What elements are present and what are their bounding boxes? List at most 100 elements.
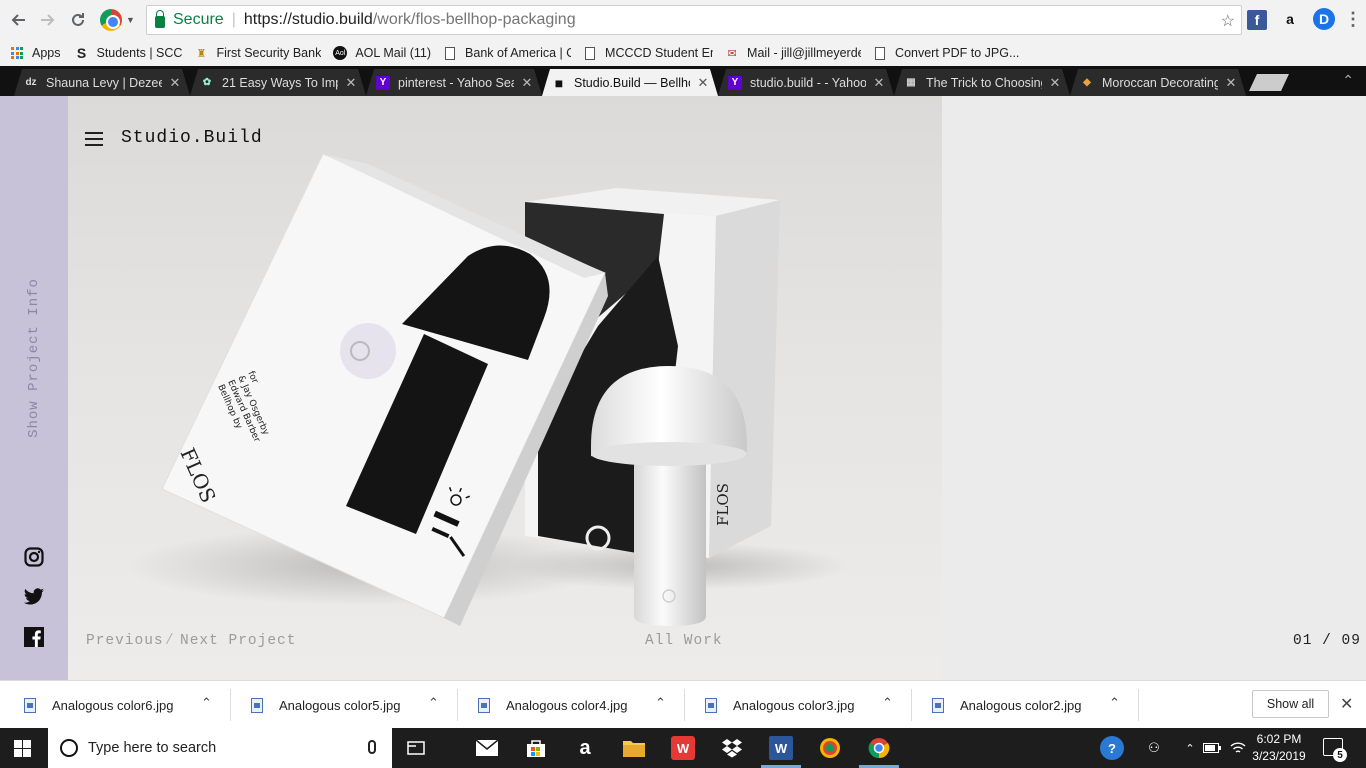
download-item[interactable]: Analogous color4.jpg [478,691,627,719]
menu-hamburger-icon[interactable] [85,132,103,146]
project-hero-image: FLOS Bellhop by Edward Barber & Jay Osge… [68,96,942,680]
tab-moroccan-decorating[interactable]: ◆ Moroccan Decorating ✕ [1070,69,1246,96]
system-clock[interactable]: 6:02 PM 3/23/2019 [1244,731,1314,765]
instagram-icon[interactable] [22,546,46,568]
microphone-icon[interactable] [368,740,376,754]
word-icon[interactable]: W [769,736,793,760]
store-icon[interactable] [524,736,548,760]
counter-current: 01 [1293,633,1313,649]
reload-icon[interactable] [66,8,90,32]
bookmark-aol-mail[interactable]: Aol AOL Mail (11) [333,46,431,60]
chrome-taskbar-icon[interactable] [867,736,891,760]
download-item[interactable]: Analogous color5.jpg [251,691,400,719]
aol-icon: Aol [333,46,348,60]
download-divider [457,689,458,721]
tab-title: 21 Easy Ways To Impr [222,75,338,90]
cortana-icon [60,739,78,757]
address-bar[interactable]: Secure | https://studio.build/work/flos-… [146,5,1242,35]
notification-count-badge: 5 [1333,748,1347,762]
facebook-icon[interactable] [22,626,46,648]
mail-icon[interactable] [475,736,499,760]
chevron-up-icon[interactable]: ⌃ [1342,72,1354,89]
amazon-app-icon[interactable]: a [573,736,597,760]
site-title[interactable]: Studio.Build [121,128,263,148]
taskbar-search-input[interactable]: Type here to search [48,728,392,768]
tab-close-icon[interactable]: ✕ [344,75,358,91]
taskbar: Type here to search a W W ? ⚇ ⌃ 6:02 PM … [0,728,1366,768]
new-tab-button[interactable] [1249,74,1289,91]
chevron-up-icon[interactable]: ⌃ [201,695,212,711]
bookmark-star-icon[interactable]: ☆ [1221,11,1235,31]
bookmark-mcccd-student-email[interactable]: MCCCD Student Email [583,46,713,60]
extension-d-icon[interactable]: D [1313,8,1335,30]
show-hidden-icons-chevron[interactable]: ⌃ [1178,736,1202,760]
all-work-link[interactable]: All Work [645,633,723,649]
bookmark-apps[interactable]: Apps [10,46,61,60]
previous-project-link[interactable]: Previous [86,633,164,649]
tab-close-icon[interactable]: ✕ [696,75,710,91]
task-view-icon[interactable] [404,736,428,760]
bookmark-students-scc[interactable]: S Students | SCC [75,46,183,60]
clock-date: 3/23/2019 [1252,749,1306,763]
studio-build-icon: ■ [554,74,564,91]
secure-label: Secure [173,11,224,28]
page-icon [873,46,887,60]
download-item[interactable]: Analogous color6.jpg [24,691,173,719]
profile-menu-button[interactable]: ▼ [100,9,135,31]
wps-office-icon[interactable]: W [671,736,695,760]
download-item[interactable]: Analogous color3.jpg [705,691,854,719]
amazon-extension-icon[interactable]: a [1279,8,1301,30]
tab-dezeen[interactable]: dz Shauna Levy | Dezeen ✕ [14,69,190,96]
url-host: https://studio.build [243,11,373,28]
tab-studio-build-yahoo[interactable]: Y studio.build - - Yahoo ✕ [718,69,894,96]
people-icon[interactable]: ⚇ [1142,736,1166,760]
bookmark-first-security-bank[interactable]: ♜ First Security Bank [194,46,322,60]
tab-close-icon[interactable]: ✕ [1048,75,1062,91]
tab-close-icon[interactable]: ✕ [520,75,534,91]
chevron-up-icon[interactable]: ⌃ [882,695,893,711]
back-arrow-icon[interactable] [6,8,30,32]
download-item[interactable]: Analogous color2.jpg [932,691,1081,719]
bookmark-label: Apps [32,46,61,60]
twitter-icon[interactable] [22,586,46,608]
moroccan-icon: ◆ [1083,77,1091,88]
image-file-icon [478,697,490,713]
page-icon [443,46,457,60]
chevron-up-icon[interactable]: ⌃ [1109,695,1120,711]
tab-trick-to-choosing[interactable]: ▦ The Trick to Choosing ✕ [894,69,1070,96]
windows-start-icon[interactable] [14,740,31,757]
tab-close-icon[interactable]: ✕ [1224,75,1238,91]
chevron-up-icon[interactable]: ⌃ [428,695,439,711]
photos-app-icon[interactable] [818,736,842,760]
url-path: /work/flos-bellhop-packaging [372,11,576,28]
file-explorer-icon[interactable] [622,736,646,760]
chrome-logo-icon [100,9,122,31]
show-project-info-link[interactable]: Show Project Info [26,278,42,438]
next-project-link[interactable]: Next Project [180,633,296,649]
forward-arrow-icon[interactable] [36,8,60,32]
tab-pinterest-yahoo[interactable]: Y pinterest - Yahoo Sear ✕ [366,69,542,96]
bookmark-convert-pdf[interactable]: Convert PDF to JPG... [873,46,1019,60]
bookmarks-bar: Apps S Students | SCC ♜ First Security B… [0,40,1366,66]
facebook-extension-icon[interactable]: f [1247,10,1267,30]
tab-close-icon[interactable]: ✕ [872,75,886,91]
more-menu-icon[interactable]: ⋮ [1342,8,1364,30]
tab-studio-build[interactable]: ■ Studio.Build — Bellhop ✕ [542,69,718,96]
image-file-icon [705,697,717,713]
yahoo-icon: Y [728,76,742,90]
tab-title: Studio.Build — Bellhop [574,75,690,90]
download-filename: Analogous color2.jpg [960,697,1082,713]
bookmark-mail-jill[interactable]: ✉ Mail - jill@jillmeyerde [725,46,861,60]
dropbox-icon[interactable] [720,736,744,760]
chevron-up-icon[interactable]: ⌃ [655,695,666,711]
battery-icon[interactable] [1200,736,1224,760]
bookmark-label: Mail - jill@jillmeyerde [747,46,862,60]
download-divider [684,689,685,721]
close-icon[interactable]: ✕ [1340,694,1353,714]
back-box-brand: FLOS [714,483,732,526]
tab-21-easy-ways[interactable]: ✿ 21 Easy Ways To Impr ✕ [190,69,366,96]
bookmark-bank-of-america[interactable]: Bank of America | Onl [443,46,571,60]
tab-close-icon[interactable]: ✕ [168,75,182,91]
show-all-downloads-button[interactable]: Show all [1252,690,1329,718]
help-icon[interactable]: ? [1100,736,1124,760]
